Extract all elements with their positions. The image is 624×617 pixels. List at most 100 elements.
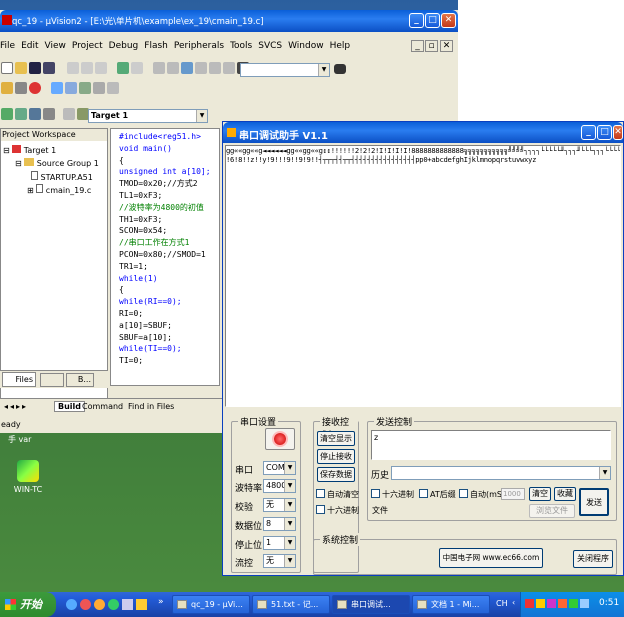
tree-group[interactable]: ⊟ Source Group 1 — [15, 158, 99, 168]
bookmark-next-icon[interactable] — [208, 62, 221, 74]
ql-qq-icon[interactable] — [108, 599, 119, 610]
target-select-arrow-icon[interactable]: ▼ — [196, 110, 207, 122]
ql-msn-icon[interactable] — [94, 599, 105, 610]
bookmark-prev-icon[interactable] — [194, 62, 207, 74]
mdi-close-button[interactable]: ✕ — [440, 40, 453, 52]
cut-icon[interactable] — [66, 62, 79, 74]
new-file-icon[interactable] — [1, 62, 13, 74]
desktop-icon-var[interactable]: 手 var — [8, 434, 48, 450]
tray-icon-4[interactable] — [558, 599, 567, 608]
batch-build-icon[interactable] — [43, 108, 55, 120]
save-data-button[interactable]: 保存数据 — [317, 467, 355, 482]
dropdown-arrow-icon[interactable]: ▼ — [284, 480, 295, 492]
tray-icon-2[interactable] — [536, 599, 545, 608]
translate-icon[interactable] — [1, 108, 13, 120]
dropdown-arrow-icon[interactable]: ▼ — [284, 499, 295, 511]
nav-arrows-icon[interactable]: ◂◂▸▸ — [4, 402, 28, 411]
collect-button[interactable]: 收藏 — [554, 487, 576, 501]
at-suffix-box[interactable] — [419, 489, 428, 498]
save-icon[interactable] — [29, 62, 41, 74]
config-icon[interactable] — [106, 82, 119, 94]
stop-build-icon[interactable] — [62, 108, 75, 120]
send-button[interactable]: 发送 — [579, 488, 609, 516]
auto-clear-box[interactable] — [316, 489, 325, 498]
menu-help[interactable]: Help — [330, 41, 351, 51]
menu-debug[interactable]: Debug — [109, 41, 139, 51]
find-combo-arrow-icon[interactable]: ▼ — [318, 64, 329, 76]
stop-receive-button[interactable]: 停止接收 — [317, 449, 355, 464]
port-field-select[interactable]: 4800 ▼ — [263, 479, 296, 493]
start-button[interactable]: 开始 — [0, 592, 56, 617]
open-port-button[interactable] — [265, 428, 295, 450]
task-word[interactable]: 文档 1 - Mi... — [412, 595, 490, 614]
tab-files[interactable]: Files — [2, 372, 36, 387]
history-select[interactable]: ▼ — [391, 466, 611, 480]
hex-send-checkbox[interactable]: 十六进制 — [371, 489, 414, 500]
tray-icon-6[interactable] — [580, 599, 589, 608]
tree-target[interactable]: ⊟ Target 1 — [3, 145, 56, 155]
window-icon[interactable] — [50, 82, 63, 94]
target-select[interactable]: Target 1 ▼ — [88, 109, 208, 123]
tab-build[interactable]: Build — [54, 401, 86, 412]
brand-button[interactable]: 中国电子网 www.ec66.com — [439, 548, 543, 568]
undo-icon[interactable] — [116, 62, 129, 74]
hex-recv-box[interactable] — [316, 505, 325, 514]
tree-file-startup[interactable]: STARTUP.A51 — [31, 171, 93, 182]
tree-file-cmain[interactable]: ⊞ cmain_19.c — [27, 184, 91, 195]
ql-desktop-icon[interactable] — [122, 599, 133, 610]
uv-maximize-button[interactable]: □ — [425, 13, 440, 28]
tray-arrow-icon[interactable]: ‹ — [512, 598, 515, 607]
auto-send-box[interactable] — [459, 489, 468, 498]
tree-expand-icon[interactable]: ⊟ — [3, 146, 10, 155]
open-folder-icon[interactable] — [15, 62, 27, 74]
dropdown-arrow-icon[interactable]: ▼ — [284, 462, 295, 474]
port-field-select[interactable]: 无 ▼ — [263, 498, 296, 512]
menu-flash[interactable]: Flash — [144, 41, 168, 51]
clear-send-button[interactable]: 清空 — [529, 487, 551, 501]
unindent-icon[interactable] — [166, 62, 179, 74]
uv-minimize-button[interactable]: _ — [409, 13, 424, 28]
auto-clear-checkbox[interactable]: 自动清空 — [316, 489, 359, 500]
menu-project[interactable]: Project — [72, 41, 103, 51]
ql-ie-icon[interactable] — [66, 599, 77, 610]
dropdown-arrow-icon[interactable]: ▼ — [284, 537, 295, 549]
rebuild-icon[interactable] — [29, 108, 41, 120]
port-field-select[interactable]: 无 ▼ — [263, 554, 296, 568]
task-serial[interactable]: 串口调试... — [332, 595, 410, 614]
compile-icon[interactable] — [1, 82, 13, 94]
close-program-button[interactable]: 关闭程序 — [573, 550, 613, 568]
menu-file[interactable]: File — [0, 41, 15, 51]
build-icon[interactable] — [15, 108, 27, 120]
at-suffix-checkbox[interactable]: AT后缀 — [419, 489, 456, 500]
tab-regs[interactable] — [40, 373, 64, 387]
sp-maximize-button[interactable]: □ — [597, 125, 612, 140]
binoculars-icon[interactable] — [334, 64, 346, 74]
print-icon[interactable] — [15, 82, 27, 94]
find-combo[interactable]: ▼ — [240, 63, 330, 77]
code-editor[interactable]: #include<reg51.h> void main() {unsigned in… — [110, 128, 220, 386]
menu-view[interactable]: View — [45, 41, 66, 51]
debug-icon[interactable] — [29, 82, 41, 94]
hex-recv-checkbox[interactable]: 十六进制 — [316, 505, 359, 516]
port-field-select[interactable]: 8 ▼ — [263, 517, 296, 531]
uv-close-button[interactable]: ✕ — [441, 13, 456, 28]
menu-window[interactable]: Window — [288, 41, 324, 51]
watch-icon[interactable] — [78, 82, 91, 94]
ql-app-icon[interactable] — [136, 599, 147, 610]
menu-peripherals[interactable]: Peripherals — [174, 41, 224, 51]
clear-display-button[interactable]: 清空显示 — [317, 431, 355, 446]
tray-icon-1[interactable] — [525, 599, 534, 608]
tab-books[interactable]: B... — [66, 373, 94, 387]
bookmark-icon[interactable] — [180, 62, 193, 74]
tray-icon-5[interactable] — [569, 599, 578, 608]
bookmark-clear-icon[interactable] — [222, 62, 235, 74]
tray-icon-3[interactable] — [547, 599, 556, 608]
menu-svcs[interactable]: SVCS — [258, 41, 282, 51]
hex-send-box[interactable] — [371, 489, 380, 498]
group-expand-icon[interactable]: ⊟ — [15, 159, 22, 168]
task-notepad[interactable]: 51.txt - 记... — [252, 595, 330, 614]
ime-indicator[interactable]: CH — [496, 599, 508, 608]
browse-file-button[interactable]: 浏览文件 — [529, 504, 575, 518]
auto-ms-input[interactable]: 1000 — [501, 488, 525, 500]
redo-icon[interactable] — [130, 62, 143, 74]
